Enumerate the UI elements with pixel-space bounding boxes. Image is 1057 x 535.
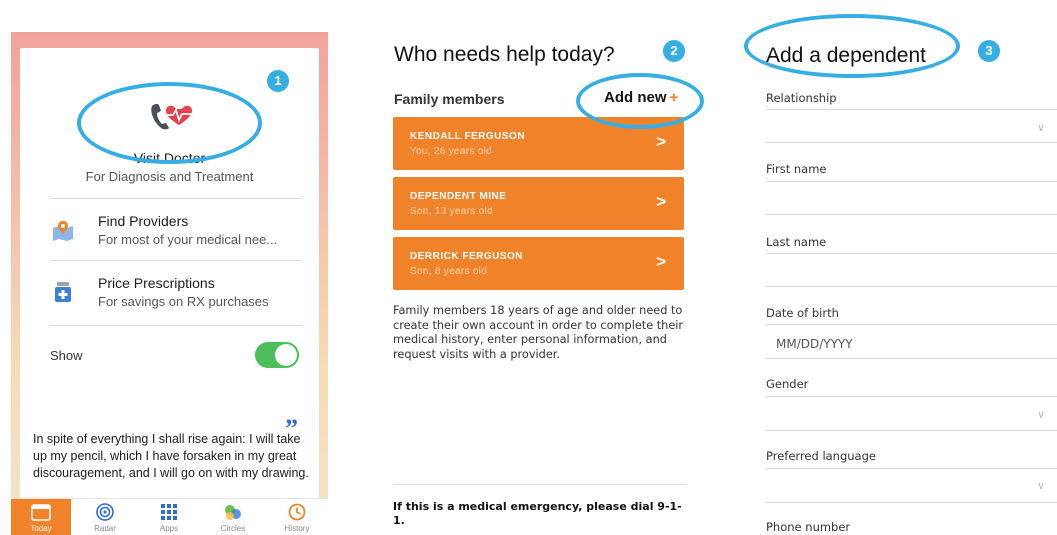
member-detail: You, 26 years old [410,146,493,157]
tab-radar[interactable]: Radar [75,499,135,535]
member-detail: Son, 13 years old [410,206,493,217]
family-members-heading: Family members [394,91,505,107]
chevron-right-icon: > [656,192,666,211]
field-top-line [766,324,1057,325]
tab-today[interactable]: Today [11,499,71,535]
date-of-birth-label: Date of birth [766,306,839,320]
phone-number-label: Phone number [766,520,851,534]
gender-label: Gender [766,377,809,391]
tab-history[interactable]: History [267,499,327,535]
member-card-derrick[interactable]: DERRICK FERGUSON Son, 8 years old > [393,237,684,290]
tab-circles-label: Circles [220,524,246,533]
field-bottom-line [766,214,1057,215]
tab-history-label: History [284,524,310,533]
pill-bottle-icon [55,282,71,302]
last-name-label: Last name [766,235,827,249]
field-top-line [766,181,1057,182]
field-top-line [766,468,1057,469]
quote-text: In spite of everything I shall rise agai… [33,432,309,480]
member-name: KENDALL FERGUSON [410,131,526,142]
divider [393,484,687,485]
emergency-notice: If this is a medical emergency, please d… [393,500,682,527]
chevron-down-icon: ∨ [1037,409,1046,421]
chevron-down-icon: ∨ [1037,480,1046,492]
annotation-ring-2 [576,73,704,129]
map-pin-icon [53,221,73,241]
price-prescriptions-subtitle: For savings on RX purchases [98,294,269,309]
field-top-line [766,396,1057,397]
annotation-badge-2: 2 [663,40,685,62]
add-dependent-panel: Add a dependent Relationship ∨ First nam… [748,32,1057,535]
first-name-label: First name [766,162,827,176]
chevron-right-icon: > [656,132,666,151]
age-policy-note: Family members 18 years of age and older… [393,304,684,361]
show-toggle-row: Show [50,325,302,385]
date-of-birth-placeholder: MM/DD/YYYY [776,337,853,351]
field-top-line [766,109,1057,110]
apps-grid-icon [161,504,177,520]
field-bottom-line [766,286,1057,287]
field-bottom-line [766,142,1057,143]
find-providers-subtitle: For most of your medical nee... [98,232,278,247]
show-label: Show [50,348,83,363]
annotation-badge-1: 1 [267,70,289,92]
toggle-knob [275,344,297,366]
member-name: DEPENDENT MINE [410,191,507,202]
tab-today-label: Today [30,524,52,533]
bottom-tab-bar: Today Radar Apps Circles History [11,498,328,535]
price-prescriptions-title: Price Prescriptions [98,275,215,291]
member-detail: Son, 8 years old [410,266,488,277]
price-prescriptions-row[interactable]: Price Prescriptions For savings on RX pu… [50,260,302,322]
member-card-dependent[interactable]: DEPENDENT MINE Son, 13 years old > [393,177,684,230]
page-title: Who needs help today? [394,43,615,66]
annotation-ring-1 [77,82,262,164]
screenshot-stage: Visit Doctor For Diagnosis and Treatment… [0,0,1057,535]
preferred-language-label: Preferred language [766,449,876,463]
field-bottom-line [766,358,1057,359]
member-name: DERRICK FERGUSON [410,251,524,262]
field-top-line [766,253,1057,254]
radar-icon [96,503,114,521]
annotation-ring-3 [744,14,960,78]
show-toggle[interactable] [255,342,299,368]
tab-radar-label: Radar [94,524,116,533]
tab-apps[interactable]: Apps [139,499,199,535]
visit-doctor-subtitle: For Diagnosis and Treatment [85,169,254,184]
calendar-icon [31,504,51,521]
quote-card: ” In spite of everything I shall rise ag… [20,402,319,512]
annotation-badge-3: 3 [978,40,1000,62]
tab-circles[interactable]: Circles [203,499,263,535]
tab-apps-label: Apps [159,524,179,533]
chevron-down-icon: ∨ [1037,122,1046,134]
chevron-right-icon: > [656,252,666,271]
field-bottom-line [766,430,1057,431]
find-providers-row[interactable]: Find Providers For most of your medical … [50,198,302,260]
relationship-label: Relationship [766,91,837,105]
field-bottom-line [766,502,1057,503]
find-providers-title: Find Providers [98,213,189,229]
circles-icon [225,505,241,520]
history-icon [288,503,306,521]
